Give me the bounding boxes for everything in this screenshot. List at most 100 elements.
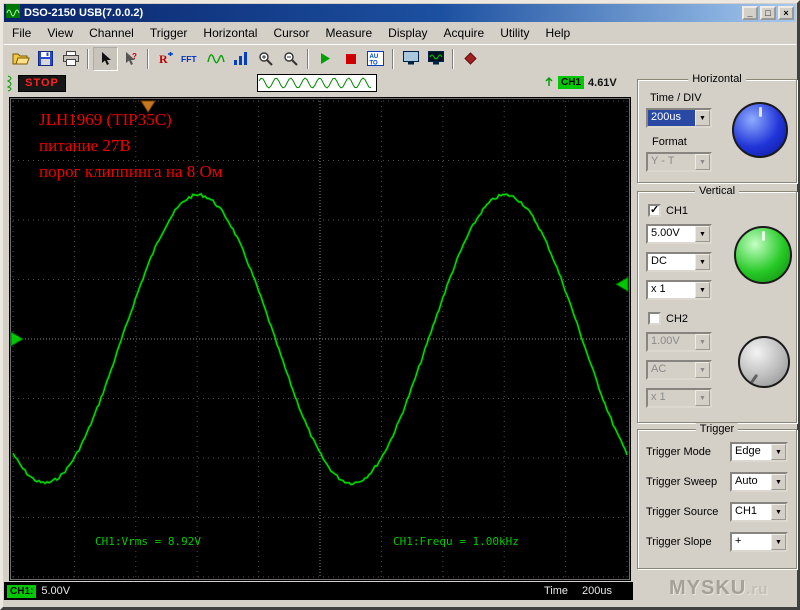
- scope-annotation: JLH1969 (TIP35C) питание 27В порог клипп…: [39, 107, 223, 185]
- horizontal-knob[interactable]: [732, 102, 788, 158]
- pointer-button[interactable]: [93, 46, 118, 71]
- zoom-out-button[interactable]: [278, 47, 303, 71]
- ch2-coupling-select[interactable]: AC: [646, 360, 712, 380]
- toolbar: ? R FFT AU TO: [4, 44, 796, 72]
- minimize-button[interactable]: _: [742, 6, 758, 20]
- waveform-preview[interactable]: [257, 74, 377, 92]
- spectrum-icon: [233, 51, 248, 66]
- print-button[interactable]: [58, 47, 83, 71]
- annotation-line-1: JLH1969 (TIP35C): [39, 110, 172, 129]
- trigger-source-select[interactable]: CH1: [730, 502, 788, 522]
- close-button[interactable]: ×: [778, 6, 794, 20]
- stop-button[interactable]: [338, 47, 363, 71]
- watermark: MYSKU.ru: [669, 577, 768, 600]
- ch1-coupling-value: DC: [651, 255, 667, 267]
- zoom-out-icon: [283, 51, 298, 66]
- maximize-button[interactable]: □: [760, 6, 776, 20]
- menu-bar: File View Channel Trigger Horizontal Cursor Me…: [4, 23, 796, 43]
- chevron-down-icon[interactable]: [695, 282, 710, 298]
- menu-trigger[interactable]: Trigger: [142, 24, 196, 42]
- zoom-in-icon: [258, 51, 273, 66]
- menu-display[interactable]: Display: [380, 24, 435, 42]
- display-button[interactable]: [398, 47, 423, 71]
- trigger-channel-badge: CH1: [558, 76, 585, 89]
- trigger-source-value: CH1: [735, 505, 758, 517]
- menu-acquire[interactable]: Acquire: [436, 24, 493, 42]
- save-button[interactable]: [33, 47, 58, 71]
- ch1-volts-select[interactable]: 5.00V: [646, 224, 712, 244]
- pointer-alt-icon: ?: [123, 51, 138, 66]
- toolbar-separator: [392, 48, 394, 69]
- trigger-readout: CH1 4.61V: [544, 75, 617, 90]
- format-select[interactable]: Y - T: [646, 152, 712, 172]
- chevron-down-icon[interactable]: [695, 110, 710, 126]
- refresh-r-button[interactable]: R: [153, 47, 178, 71]
- svg-text:FFT: FFT: [181, 54, 197, 64]
- spectrum-button[interactable]: [228, 47, 253, 71]
- toolbar-separator: [452, 48, 454, 69]
- zoom-in-button[interactable]: [253, 47, 278, 71]
- trigger-sweep-select[interactable]: Auto: [730, 472, 788, 492]
- vertical-group: Vertical CH1 5.00V DC x 1 CH2 1.00V: [637, 185, 797, 423]
- trigger-mode-row: Trigger Mode Edge: [646, 442, 788, 462]
- chevron-down-icon[interactable]: [771, 534, 786, 550]
- menu-measure[interactable]: Measure: [317, 24, 380, 42]
- trigger-source-label: Trigger Source: [646, 506, 719, 518]
- trigger-slope-select[interactable]: +: [730, 532, 788, 552]
- time-div-select[interactable]: 200us: [646, 108, 712, 128]
- open-button[interactable]: [8, 47, 33, 71]
- pointer-alt-button[interactable]: ?: [118, 47, 143, 71]
- trigger-group: Trigger Trigger Mode Edge Trigger Sweep …: [637, 423, 797, 569]
- ch2-checkbox-row: CH2: [648, 312, 688, 325]
- menu-cursor[interactable]: Cursor: [265, 24, 317, 42]
- panel-button[interactable]: [423, 47, 448, 71]
- trigger-sweep-value: Auto: [735, 475, 758, 487]
- ch1-checkbox-row: CH1: [648, 204, 688, 217]
- menu-view[interactable]: View: [39, 24, 81, 42]
- menu-help[interactable]: Help: [538, 24, 579, 42]
- exit-icon: [464, 52, 477, 65]
- chevron-down-icon[interactable]: [771, 444, 786, 460]
- horizontal-group: Horizontal Time / DIV 200us Format Y - T: [637, 73, 797, 183]
- trigger-slope-label: Trigger Slope: [646, 536, 712, 548]
- watermark-text: MYSKU: [669, 577, 747, 599]
- chevron-down-icon: [695, 334, 710, 350]
- title-bar[interactable]: DSO-2150 USB(7.0.0.2) _ □ ×: [4, 3, 796, 22]
- run-button[interactable]: [313, 47, 338, 71]
- ch1-coupling-select[interactable]: DC: [646, 252, 712, 272]
- chevron-down-icon[interactable]: [771, 474, 786, 490]
- ch1-position-knob[interactable]: [734, 226, 792, 284]
- ch2-probe-select[interactable]: x 1: [646, 388, 712, 408]
- preview-waveform: [258, 77, 372, 89]
- trigger-level-icon: [544, 75, 554, 90]
- chevron-down-icon[interactable]: [695, 254, 710, 270]
- chevron-down-icon[interactable]: [771, 504, 786, 520]
- ch1-checkbox[interactable]: [648, 204, 661, 217]
- refresh-r-icon: R: [158, 51, 174, 66]
- autoset-icon: AU TO: [367, 51, 384, 66]
- menu-channel[interactable]: Channel: [81, 24, 142, 42]
- autoset-button[interactable]: AU TO: [363, 47, 388, 71]
- trigger-sweep-row: Trigger Sweep Auto: [646, 472, 788, 492]
- trigger-mode-select[interactable]: Edge: [730, 442, 788, 462]
- chevron-down-icon[interactable]: [695, 226, 710, 242]
- app-window: DSO-2150 USB(7.0.0.2) _ □ × File View Chan…: [0, 0, 800, 610]
- toolbar-separator: [307, 48, 309, 69]
- menu-horizontal[interactable]: Horizontal: [195, 24, 265, 42]
- menu-file[interactable]: File: [4, 24, 39, 42]
- panel-icon: [427, 51, 444, 66]
- exit-button[interactable]: [458, 47, 483, 71]
- ch1-probe-select[interactable]: x 1: [646, 280, 712, 300]
- ch2-checkbox[interactable]: [648, 312, 661, 325]
- ch2-position-knob[interactable]: [738, 336, 790, 388]
- fft-button[interactable]: FFT: [178, 47, 203, 71]
- menu-utility[interactable]: Utility: [492, 24, 537, 42]
- watermark-suffix: .ru: [746, 581, 769, 598]
- scope-display[interactable]: JLH1969 (TIP35C) питание 27В порог клипп…: [9, 97, 631, 581]
- trigger-group-title: Trigger: [695, 423, 739, 435]
- ch1-probe-value: x 1: [651, 283, 666, 295]
- trigger-level-value: 4.61V: [588, 76, 617, 89]
- ch2-volts-select[interactable]: 1.00V: [646, 332, 712, 352]
- format-label: Format: [652, 136, 687, 148]
- waveform-button[interactable]: [203, 47, 228, 71]
